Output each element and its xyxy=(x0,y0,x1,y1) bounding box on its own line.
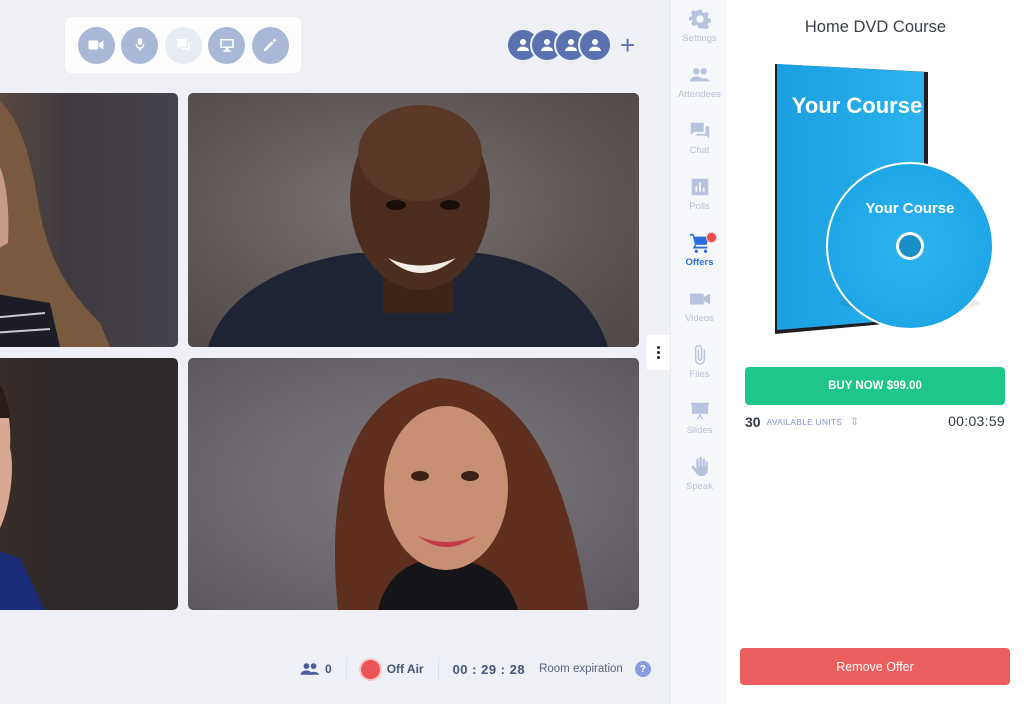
attendee-count[interactable]: 0 xyxy=(300,658,347,680)
rail-item-attendees[interactable]: Attendees xyxy=(671,64,728,116)
room-expiration-label: Room expiration xyxy=(539,663,623,675)
raised-hand-icon xyxy=(691,457,708,477)
pencil-icon xyxy=(264,38,277,51)
participant-video xyxy=(0,385,45,610)
units-stepper-icon[interactable]: ⇕ xyxy=(850,416,859,428)
rail-item-slides[interactable]: Slides xyxy=(671,400,728,452)
attendee-count-value: 0 xyxy=(325,662,332,676)
participant-video xyxy=(208,105,608,347)
rail-item-label: Slides xyxy=(686,425,713,436)
more-options-handle[interactable] xyxy=(646,335,670,370)
side-rail: Settings Attendees Chat Polls Offers Vid… xyxy=(670,0,727,704)
video-camera-icon xyxy=(88,40,104,50)
rail-item-speak[interactable]: Speak xyxy=(671,456,728,508)
person-icon xyxy=(589,39,601,51)
gear-icon xyxy=(688,9,711,30)
rail-item-label: Offers xyxy=(685,257,714,268)
screen-share-button[interactable] xyxy=(208,26,245,64)
units-label: AVAILABLE UNITS xyxy=(766,417,843,427)
record-dot-icon xyxy=(360,659,380,679)
camera-button[interactable] xyxy=(77,26,115,64)
rail-item-label: Speak xyxy=(686,481,713,492)
people-icon xyxy=(689,68,710,82)
offer-panel: Home DVD Course Your Course Your Course xyxy=(727,0,1024,704)
case-text: Your Course xyxy=(792,93,922,118)
video-tile[interactable] xyxy=(0,93,178,347)
draw-button[interactable] xyxy=(251,26,289,64)
bar-chart-icon xyxy=(691,178,708,196)
remove-offer-button[interactable]: Remove Offer xyxy=(740,648,1010,685)
video-tile[interactable] xyxy=(0,358,178,610)
monitor-icon xyxy=(219,39,234,52)
dot xyxy=(656,356,660,359)
dot xyxy=(656,351,660,354)
rail-item-chat[interactable]: Chat xyxy=(671,120,728,172)
rail-item-label: Attendees xyxy=(678,89,721,100)
participant-avatars[interactable]: + xyxy=(506,28,635,62)
product-image: Your Course Your Course xyxy=(772,58,997,338)
air-status-label: Off Air xyxy=(386,662,424,676)
dvd-product-icon: Your Course Your Course xyxy=(775,64,994,334)
available-units: 30 AVAILABLE UNITS ⇕ xyxy=(745,414,859,430)
help-icon[interactable]: ? xyxy=(634,661,651,677)
video-camera-icon xyxy=(689,293,710,305)
paperclip-icon xyxy=(694,344,705,365)
video-stage: + 0 Off Air 00: 29: 28 Room expiration… xyxy=(0,0,670,704)
session-timer: 00 : 29 : 28 xyxy=(452,661,526,677)
offer-countdown: 00:03:59 xyxy=(948,413,1005,429)
rail-item-files[interactable]: Files xyxy=(671,344,728,396)
rail-item-label: Settings xyxy=(682,33,717,44)
offer-title: Home DVD Course xyxy=(804,18,947,36)
participant-video xyxy=(0,101,110,347)
rail-item-label: Polls xyxy=(689,201,710,212)
people-icon xyxy=(300,663,320,675)
dot xyxy=(656,346,660,349)
microphone-icon xyxy=(134,38,145,51)
avatar[interactable] xyxy=(578,28,612,62)
rail-item-label: Chat xyxy=(689,145,710,156)
buy-now-button[interactable]: BUY NOW $99.00 xyxy=(745,367,1005,405)
media-toolbar xyxy=(65,17,301,73)
notification-badge xyxy=(706,232,717,243)
rail-item-polls[interactable]: Polls xyxy=(671,176,728,228)
chat-bubble-button[interactable] xyxy=(164,26,202,64)
units-count: 30 xyxy=(745,414,761,430)
rail-item-videos[interactable]: Videos xyxy=(671,288,728,340)
rail-item-label: Videos xyxy=(685,313,714,324)
add-participant-button[interactable]: + xyxy=(620,32,635,58)
rail-item-offers[interactable]: Offers xyxy=(671,232,728,284)
air-status-toggle[interactable]: Off Air xyxy=(347,658,439,680)
video-tile[interactable] xyxy=(188,93,639,347)
presentation-icon xyxy=(690,402,709,420)
chat-icon xyxy=(690,122,709,139)
disc-text: Your Course xyxy=(866,200,955,217)
microphone-button[interactable] xyxy=(121,26,158,64)
chat-bubble-icon xyxy=(177,39,190,51)
rail-item-label: Files xyxy=(689,369,710,380)
status-bar: 0 Off Air 00 : 29 : 28 Room expiration ? xyxy=(300,655,651,683)
video-tile[interactable] xyxy=(188,358,639,610)
rail-item-settings[interactable]: Settings xyxy=(671,8,728,60)
participant-video xyxy=(334,378,588,610)
